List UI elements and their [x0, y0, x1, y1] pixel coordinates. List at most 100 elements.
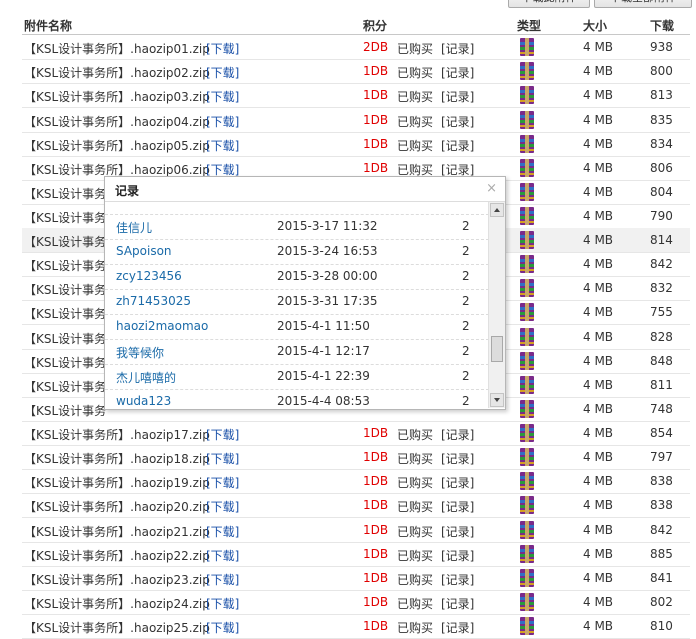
download-link[interactable]: [下载] [206, 113, 239, 130]
bought-status: 已购买 [397, 139, 434, 153]
winrar-archive-icon [517, 254, 537, 274]
file-name: 【KSL设计事务所】.haozip19.zip [24, 476, 210, 490]
record-link[interactable]: [记录] [441, 137, 474, 154]
record-username[interactable]: 我等候你 [116, 344, 164, 361]
winrar-archive-icon [517, 61, 537, 81]
file-size: 4 MB [583, 257, 614, 271]
download-count: 800 [650, 64, 673, 78]
price-value: 1DB [363, 161, 389, 175]
bought-status: 已购买 [397, 90, 434, 104]
download-link[interactable]: [下载] [206, 595, 239, 612]
price-value: 1DB [363, 474, 389, 488]
record-count: 2 [462, 294, 470, 308]
download-link[interactable]: [下载] [206, 523, 239, 540]
download-count: 814 [650, 233, 673, 247]
download-count: 804 [650, 185, 673, 199]
file-name: 【KSL设计事务 [24, 332, 107, 346]
download-link[interactable]: [下载] [206, 619, 239, 636]
record-link[interactable]: [记录] [441, 523, 474, 540]
col-size-header: 大小 [583, 19, 608, 33]
download-link[interactable]: [下载] [206, 426, 239, 443]
download-count: 838 [650, 498, 673, 512]
file-name: 【KSL设计事务所】.haozip01.zip [24, 42, 210, 56]
download-link[interactable]: [下载] [206, 498, 239, 515]
record-link[interactable]: [记录] [441, 113, 474, 130]
download-link[interactable]: [下载] [206, 571, 239, 588]
close-icon[interactable]: × [486, 181, 497, 196]
winrar-archive-icon [517, 37, 537, 57]
record-link[interactable]: [记录] [441, 450, 474, 467]
record-link[interactable]: [记录] [441, 40, 474, 57]
file-name: 【KSL设计事务 [24, 283, 107, 297]
record-link[interactable]: [记录] [441, 474, 474, 491]
price-value: 1DB [363, 523, 389, 537]
record-link[interactable]: [记录] [441, 498, 474, 515]
record-username[interactable]: wuda123 [116, 394, 171, 408]
file-name: 【KSL设计事务 [24, 211, 107, 225]
table-row: 【KSL设计事务所】.haozip05.zip [下载] 1DB 已购买 [记录] 4 M… [22, 132, 690, 157]
download-count: 748 [650, 402, 673, 416]
table-row: 【KSL设计事务所】.haozip22.zip [下载] 1DB 已购买 [记录] 4 M… [22, 542, 690, 567]
record-username[interactable]: 杰儿嘻嘻的 [116, 369, 176, 386]
file-name: 【KSL设计事务 [24, 187, 107, 201]
file-size: 4 MB [583, 161, 614, 175]
bought-status: 已购买 [397, 452, 434, 466]
file-name: 【KSL设计事务所】.haozip24.zip [24, 597, 210, 611]
bought-status: 已购买 [397, 42, 434, 56]
winrar-archive-icon [517, 158, 537, 178]
file-name: 【KSL设计事务所】.haozip25.zip [24, 621, 210, 635]
record-link[interactable]: [记录] [441, 571, 474, 588]
record-link[interactable]: [记录] [441, 619, 474, 636]
download-link[interactable]: [下载] [206, 88, 239, 105]
record-link[interactable]: [记录] [441, 88, 474, 105]
table-row: 【KSL设计事务所】.haozip02.zip [下载] 1DB 已购买 [记录] 4 M… [22, 59, 690, 84]
record-username[interactable]: zh71453025 [116, 294, 191, 308]
file-size: 4 MB [583, 64, 614, 78]
download-attachment-button[interactable]: 下载此附件 [508, 0, 590, 8]
record-row: zh71453025 2015-3-31 17:35 2 [105, 289, 489, 315]
winrar-archive-icon [517, 447, 537, 467]
record-row: zcy123456 2015-3-28 00:00 2 [105, 264, 489, 290]
record-link[interactable]: [记录] [441, 595, 474, 612]
winrar-archive-icon [517, 495, 537, 515]
record-list: 佳信儿 2015-3-17 11:32 2 SApoison 2015-3-24 16:… [105, 202, 489, 408]
record-link[interactable]: [记录] [441, 547, 474, 564]
scroll-up-icon[interactable] [490, 203, 504, 217]
download-link[interactable]: [下载] [206, 450, 239, 467]
winrar-archive-icon [517, 85, 537, 105]
file-size: 4 MB [583, 137, 614, 151]
record-count: 2 [462, 319, 470, 333]
download-link[interactable]: [下载] [206, 137, 239, 154]
winrar-archive-icon [517, 182, 537, 202]
file-size: 4 MB [583, 113, 614, 127]
file-name: 【KSL设计事务所】.haozip05.zip [24, 139, 210, 153]
record-username[interactable]: haozi2maomao [116, 319, 208, 333]
price-value: 1DB [363, 88, 389, 102]
bought-status: 已购买 [397, 525, 434, 539]
download-link[interactable]: [下载] [206, 547, 239, 564]
download-link[interactable]: [下载] [206, 474, 239, 491]
file-name: 【KSL设计事务所】.haozip23.zip [24, 573, 210, 587]
record-link[interactable]: [记录] [441, 64, 474, 81]
download-link[interactable]: [下载] [206, 64, 239, 81]
record-row: 杰儿嘻嘻的 2015-4-1 22:39 2 [105, 364, 489, 390]
col-type-header: 类型 [517, 19, 542, 33]
record-row: 佳信儿 2015-3-17 11:32 2 [105, 214, 489, 240]
download-link[interactable]: [下载] [206, 40, 239, 57]
scrollbar-thumb[interactable] [491, 336, 503, 362]
dialog-scrollbar[interactable] [488, 202, 505, 408]
download-count: 848 [650, 354, 673, 368]
scroll-down-icon[interactable] [490, 393, 504, 407]
download-count: 810 [650, 619, 673, 633]
record-username[interactable]: zcy123456 [116, 269, 182, 283]
price-value: 1DB [363, 619, 389, 633]
record-username[interactable]: SApoison [116, 244, 172, 258]
record-time: 2015-4-1 12:17 [277, 344, 370, 358]
record-count: 2 [462, 394, 470, 408]
download-count: 813 [650, 88, 673, 102]
winrar-archive-icon [517, 327, 537, 347]
col-downloads-header: 下载 [650, 19, 675, 33]
record-link[interactable]: [记录] [441, 426, 474, 443]
download-all-button[interactable]: 下载全部附件 [594, 0, 692, 8]
record-username[interactable]: 佳信儿 [116, 219, 152, 236]
